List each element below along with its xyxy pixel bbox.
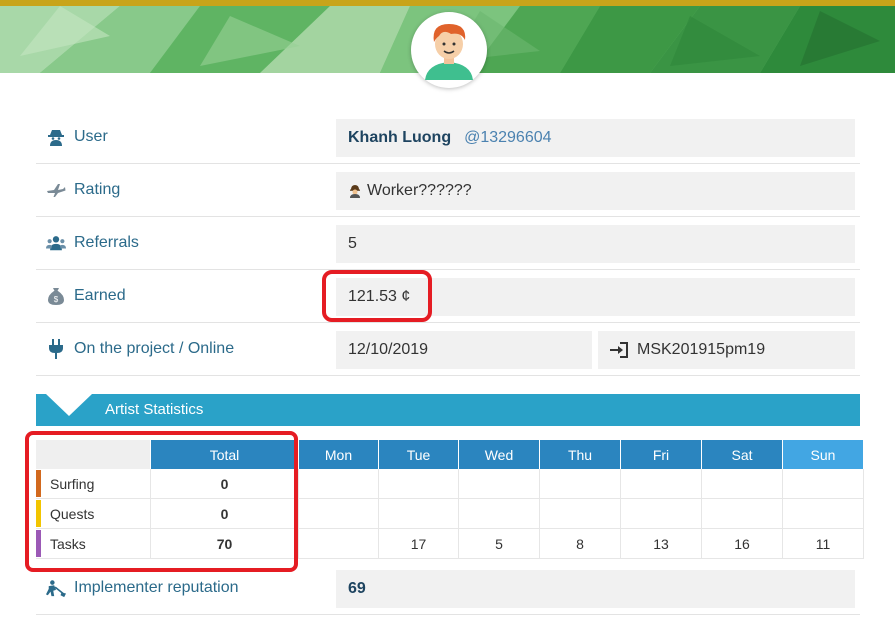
cell-wed: 5 xyxy=(458,528,540,559)
online-label: On the project / Online xyxy=(74,339,235,357)
cell-thu: 8 xyxy=(539,528,621,559)
join-date: 12/10/2019 xyxy=(336,331,592,369)
reputation-value: 69 xyxy=(336,570,855,608)
cell-sun xyxy=(782,498,864,529)
cell-tue xyxy=(378,469,459,499)
cell-sat xyxy=(701,469,783,499)
referrals-value[interactable]: 5 xyxy=(336,225,855,263)
last-online: MSK201915pm19 xyxy=(598,331,855,369)
col-thu: Thu xyxy=(539,440,621,469)
cell-tue xyxy=(378,498,459,529)
cell-thu xyxy=(539,498,621,529)
user-value: Khanh Luong @13296604 xyxy=(336,119,855,157)
cell-wed xyxy=(458,498,540,529)
online-row: On the project / Online 12/10/2019 MSK20… xyxy=(36,322,860,376)
worker-icon xyxy=(348,184,362,198)
col-wed: Wed xyxy=(458,440,540,469)
artist-statistics-header: Artist Statistics xyxy=(36,394,860,426)
col-sat: Sat xyxy=(701,440,783,469)
spy-icon xyxy=(46,127,66,147)
user-row: User Khanh Luong @13296604 xyxy=(36,110,860,164)
user-name[interactable]: Khanh Luong xyxy=(348,129,451,147)
referrals-label: Referrals xyxy=(74,233,139,251)
cell-sat xyxy=(701,498,783,529)
earned-row: $ Earned 121.53 ¢ xyxy=(36,269,860,323)
users-icon xyxy=(46,233,66,253)
user-label: User xyxy=(74,127,108,145)
rating-label: Rating xyxy=(74,180,121,198)
cell-sat: 16 xyxy=(701,528,783,559)
reputation-label: Implementer reputation xyxy=(74,578,239,596)
col-sun: Sun xyxy=(782,440,864,469)
col-tue: Tue xyxy=(378,440,459,469)
plane-icon xyxy=(46,180,66,200)
digging-icon xyxy=(46,578,66,598)
cell-sun xyxy=(782,469,864,499)
cell-mon xyxy=(298,528,379,559)
cell-mon xyxy=(298,469,379,499)
avatar-icon xyxy=(415,16,483,84)
cell-mon xyxy=(298,498,379,529)
cell-wed xyxy=(458,469,540,499)
cell-thu xyxy=(539,469,621,499)
money-bag-icon: $ xyxy=(46,286,66,306)
earned-highlight-annotation xyxy=(322,270,432,322)
header-notch xyxy=(46,394,92,416)
rating-value: Worker?????? xyxy=(336,172,855,210)
referrals-row: Referrals 5 xyxy=(36,216,860,270)
cell-fri: 13 xyxy=(620,528,702,559)
cell-fri xyxy=(620,498,702,529)
artist-statistics-title: Artist Statistics xyxy=(105,401,204,418)
avatar[interactable] xyxy=(411,12,487,88)
cell-tue: 17 xyxy=(378,528,459,559)
stats-highlight-annotation xyxy=(25,431,298,572)
svg-text:$: $ xyxy=(54,295,59,304)
user-id: @13296604 xyxy=(464,129,552,146)
rating-text: Worker?????? xyxy=(367,182,472,199)
plug-icon xyxy=(46,338,66,359)
cell-fri xyxy=(620,469,702,499)
cell-sun: 11 xyxy=(782,528,864,559)
earned-label: Earned xyxy=(74,286,126,304)
col-fri: Fri xyxy=(620,440,702,469)
sign-in-icon xyxy=(610,342,628,358)
col-mon: Mon xyxy=(298,440,379,469)
rating-row: Rating Worker?????? xyxy=(36,163,860,217)
